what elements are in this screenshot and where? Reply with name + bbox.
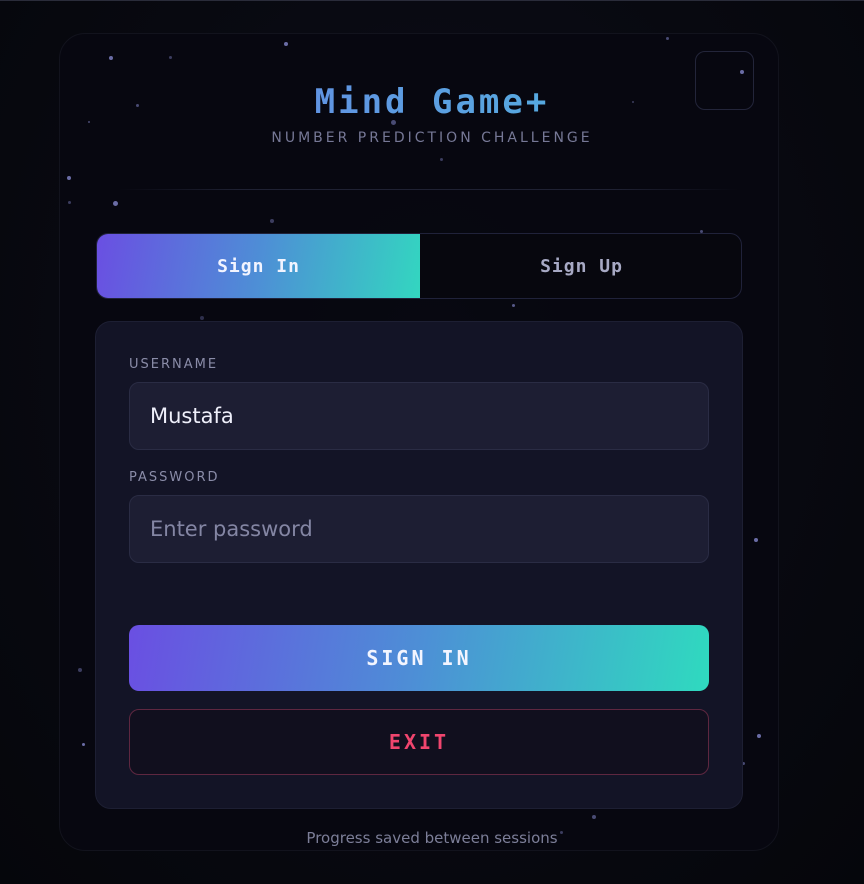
- app-subtitle: NUMBER PREDICTION CHALLENGE: [271, 130, 593, 146]
- tab-sign-up[interactable]: Sign Up: [420, 234, 741, 298]
- footer-note: Progress saved between sessions: [306, 829, 558, 847]
- top-border: [0, 0, 864, 1]
- password-label: PASSWORD: [129, 470, 220, 485]
- tab-sign-in[interactable]: Sign In: [97, 234, 420, 298]
- username-input[interactable]: [129, 382, 709, 450]
- sign-in-button[interactable]: SIGN IN: [129, 625, 709, 691]
- auth-tabs: Sign In Sign Up: [96, 233, 742, 299]
- exit-button[interactable]: EXIT: [129, 709, 709, 775]
- header-divider: [118, 189, 738, 190]
- password-input[interactable]: [129, 495, 709, 563]
- app-title: Mind Game+: [0, 82, 864, 122]
- username-label: USERNAME: [129, 357, 219, 372]
- app-root: Mind Game+ NUMBER PREDICTION CHALLENGE S…: [0, 0, 864, 884]
